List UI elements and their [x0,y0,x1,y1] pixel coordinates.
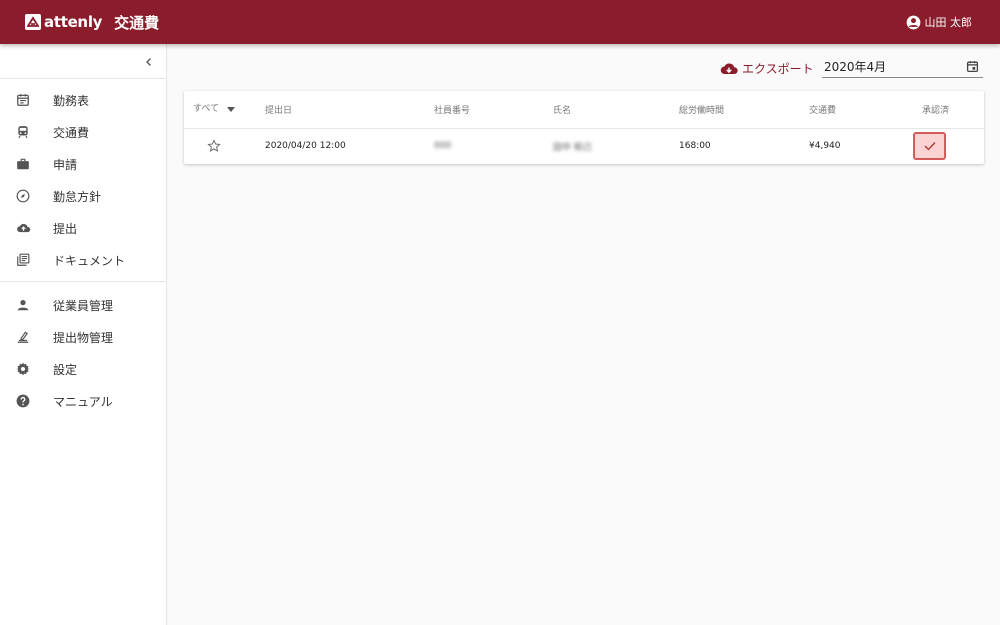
sidebar-item-request[interactable]: 申請 [0,148,166,180]
sidebar-item-label: マニュアル [53,394,113,409]
table-row[interactable]: 2020/04/20 12:00 000 田中 和己 168:00 ¥4,940 [184,129,984,163]
column-header-total-hours[interactable]: 総労働時間 [679,91,724,128]
help-icon [15,393,31,409]
cell-total-hours: 168:00 [679,141,711,151]
sidebar-item-policy[interactable]: 勤怠方針 [0,180,166,212]
approved-box [913,132,946,160]
train-icon [15,124,31,140]
sidebar-item-manual[interactable]: マニュアル [0,385,166,417]
sidebar-item-label: 交通費 [53,125,90,140]
sidebar-item-label: 申請 [53,157,78,172]
check-icon [924,142,935,151]
sidebar-item-label: 勤務表 [53,93,90,108]
calendar-icon[interactable] [966,60,979,73]
briefcase-icon [15,156,31,172]
sidebar-item-submit[interactable]: 提出 [0,212,166,244]
sidebar-collapse-row [0,44,166,79]
cell-submitted: 2020/04/20 12:00 [265,141,346,151]
sidebar-item-submissions[interactable]: 提出物管理 [0,321,166,353]
logo-mark-icon [25,14,41,30]
calendar-icon [15,92,31,108]
app-logo[interactable]: attenly [25,13,102,31]
sidebar-item-documents[interactable]: ドキュメント [0,244,166,276]
account-circle-icon [906,15,920,29]
cloud-download-icon [720,63,738,74]
filter-label: すべて [193,104,220,114]
inbox-edit-icon [15,329,31,345]
approved-checkbox[interactable] [913,129,946,163]
toolbar: エクスポート 2020年4月 [167,44,1000,90]
column-header-submitted[interactable]: 提出日 [265,91,292,128]
star-toggle[interactable] [207,129,221,163]
sidebar: 勤務表 交通費 申請 勤怠方針 提出 ドキュメント 従業員管理 提出物管理 設定… [0,44,167,625]
user-name: 山田 太郎 [924,16,973,29]
app-bar: attenly 交通費 山田 太郎 [0,0,1000,44]
logo-text: attenly [44,13,103,31]
caret-down-icon [227,107,236,112]
sidebar-item-timesheet[interactable]: 勤務表 [0,84,166,116]
sidebar-item-settings[interactable]: 設定 [0,353,166,385]
column-header-employee-no[interactable]: 社員番号 [434,91,470,128]
export-button[interactable]: エクスポート [720,58,814,78]
month-picker[interactable]: 2020年4月 [822,56,983,78]
star-outline-icon [207,139,221,152]
chevron-left-icon[interactable] [144,52,154,71]
sidebar-item-transport[interactable]: 交通費 [0,116,166,148]
cell-employee-no: 000 [434,141,452,151]
sidebar-item-label: 提出 [53,221,78,236]
page-title: 交通費 [114,13,160,32]
library-books-icon [15,252,31,268]
sidebar-primary-group: 勤務表 交通費 申請 勤怠方針 提出 ドキュメント [0,79,166,276]
person-icon [15,297,31,313]
sidebar-item-label: 勤怠方針 [53,189,102,204]
sidebar-item-label: 提出物管理 [53,330,114,345]
column-header-fare[interactable]: 交通費 [809,91,836,128]
filter-dropdown[interactable]: すべて [193,91,236,128]
cloud-upload-icon [15,220,31,236]
compass-icon [15,188,31,204]
user-menu[interactable]: 山田 太郎 [906,14,973,30]
table-header: すべて 提出日 社員番号 氏名 総労働時間 交通費 承認済 [184,91,984,129]
sidebar-item-label: 従業員管理 [53,298,114,313]
gear-icon [15,361,31,377]
sidebar-item-employees[interactable]: 従業員管理 [0,289,166,321]
sidebar-item-label: ドキュメント [53,253,126,268]
sidebar-item-label: 設定 [53,362,78,377]
column-header-approved[interactable]: 承認済 [922,91,949,128]
sidebar-secondary-group: 従業員管理 提出物管理 設定 マニュアル [0,281,166,417]
export-label: エクスポート [742,61,814,76]
month-value: 2020年4月 [824,60,887,74]
transport-table: すべて 提出日 社員番号 氏名 総労働時間 交通費 承認済 2020/04/20… [184,91,984,164]
cell-fare: ¥4,940 [809,141,841,151]
column-header-name[interactable]: 氏名 [553,91,571,128]
main-content: エクスポート 2020年4月 すべて 提出日 社員番号 氏名 総労働時間 交通費… [167,44,1000,625]
cell-name: 田中 和己 [553,142,592,153]
